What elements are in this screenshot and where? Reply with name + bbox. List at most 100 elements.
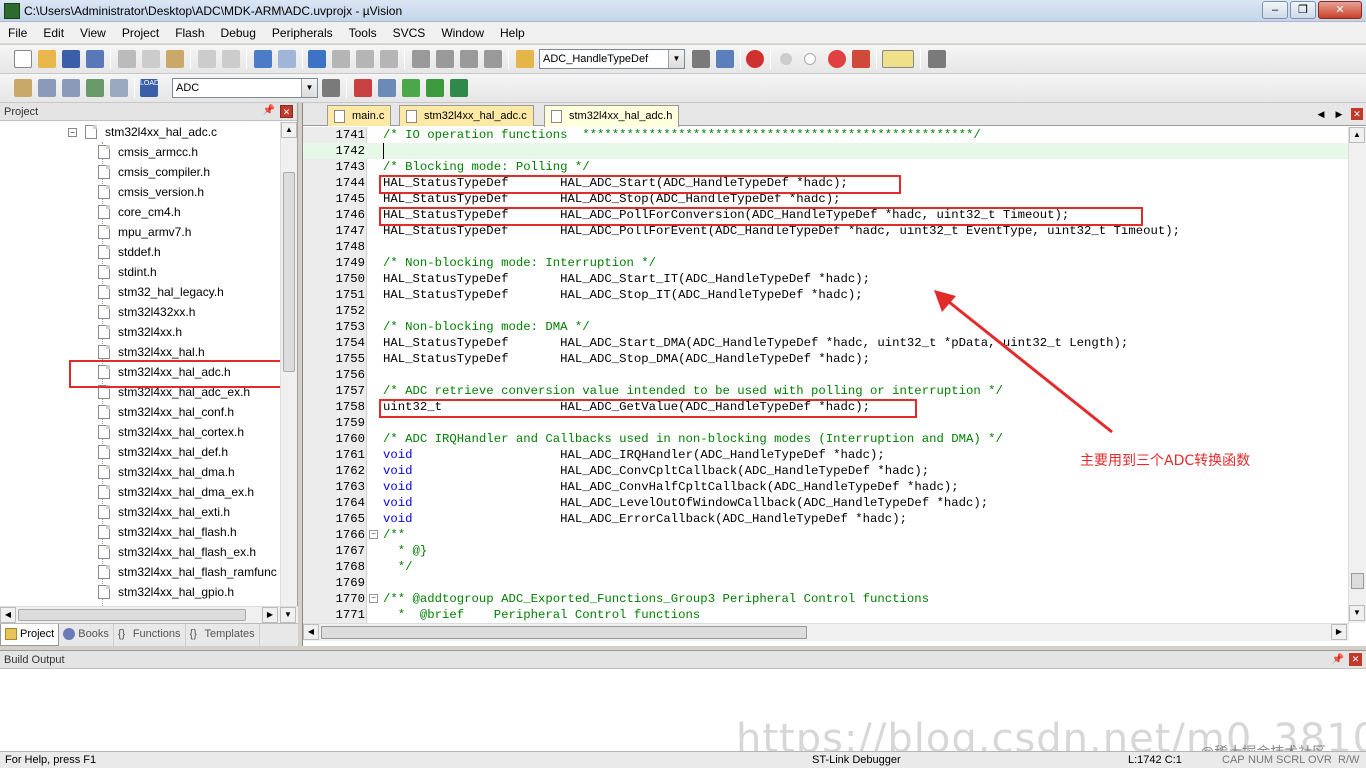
tree-item-file[interactable]: stm32l4xx_hal_adc_ex.h <box>98 382 250 402</box>
pin-icon[interactable]: 📌 <box>1332 651 1344 669</box>
editor-tab-main-c[interactable]: main.c <box>327 105 392 126</box>
code-line[interactable]: 1742 <box>303 143 1349 159</box>
menu-view[interactable]: View <box>72 22 114 44</box>
chevron-down-icon[interactable]: ▼ <box>668 50 684 68</box>
tree-item-file[interactable]: stm32l4xx_hal_adc.h <box>98 362 231 382</box>
scroll-left-icon[interactable]: ◀ <box>303 624 319 640</box>
menu-help[interactable]: Help <box>492 22 533 44</box>
code-line[interactable]: 1741 /* IO operation functions **********… <box>303 127 1349 143</box>
code-line[interactable]: 1766−/** <box>303 527 1349 543</box>
kill-breakpoints-icon[interactable] <box>828 50 846 68</box>
tree-item-file[interactable]: stddef.h <box>98 242 161 262</box>
build-icon[interactable] <box>38 79 56 97</box>
load-icon[interactable]: LOAD <box>140 79 159 97</box>
tree-item-file[interactable]: mpu_armv7.h <box>98 222 191 242</box>
save-icon[interactable] <box>62 50 80 68</box>
tree-item-root-file[interactable]: − stm32l4xx_hal_adc.c <box>68 122 217 142</box>
tree-item-file[interactable]: stm32l4xx_hal_gpio.h <box>98 582 234 602</box>
code-line[interactable]: 1769 <box>303 575 1349 591</box>
incremental-find-icon[interactable] <box>692 50 710 68</box>
copy-icon[interactable] <box>142 50 160 68</box>
scroll-right-icon[interactable]: ▶ <box>262 607 278 623</box>
find-references-icon[interactable] <box>716 50 734 68</box>
next-bookmark-icon[interactable] <box>356 50 374 68</box>
menu-edit[interactable]: Edit <box>35 22 72 44</box>
scroll-thumb[interactable] <box>18 609 246 621</box>
code-line[interactable]: 1763 void HAL_ADC_ConvHalfCpltCallback(AD… <box>303 479 1349 495</box>
new-file-icon[interactable] <box>14 50 32 68</box>
scroll-down-icon[interactable]: ▼ <box>280 607 296 623</box>
target-combo[interactable]: ADC ▼ <box>172 78 318 98</box>
code-line[interactable]: 1748 <box>303 239 1349 255</box>
code-line[interactable]: 1743 /* Blocking mode: Polling */ <box>303 159 1349 175</box>
tree-item-file[interactable]: stm32l4xx_hal_conf.h <box>98 402 234 422</box>
code-line[interactable]: 1747 HAL_StatusTypeDef HAL_ADC_PollForEve… <box>303 223 1349 239</box>
close-tab-icon[interactable]: ✕ <box>1351 108 1363 120</box>
find-in-files-icon[interactable] <box>516 50 534 68</box>
scroll-up-icon[interactable]: ▲ <box>1349 127 1365 143</box>
code-line[interactable]: 1771 * @brief Peripheral Control functio… <box>303 607 1349 623</box>
redo-icon[interactable] <box>222 50 240 68</box>
menu-peripherals[interactable]: Peripherals <box>264 22 341 44</box>
code-line[interactable]: 1751 HAL_StatusTypeDef HAL_ADC_Stop_IT(AD… <box>303 287 1349 303</box>
menu-svcs[interactable]: SVCS <box>385 22 434 44</box>
select-packs-icon[interactable] <box>378 79 396 97</box>
tree-item-file[interactable]: stm32l4xx_hal_flash_ramfunc <box>98 562 277 582</box>
manage-rte-icon[interactable] <box>402 79 420 97</box>
window-layout-icon[interactable] <box>882 50 914 68</box>
manage-project-items-icon[interactable] <box>354 79 372 97</box>
maximize-button[interactable]: ❐ <box>1290 1 1316 19</box>
code-line[interactable]: 1758 uint32_t HAL_ADC_GetValue(ADC_Handle… <box>303 399 1349 415</box>
tree-item-file[interactable]: cmsis_armcc.h <box>98 142 198 162</box>
tab-project[interactable]: Project <box>0 624 60 646</box>
breakpoint-icon[interactable] <box>780 53 792 65</box>
code-line[interactable]: 1749 /* Non-blocking mode: Interruption *… <box>303 255 1349 271</box>
tab-templates[interactable]: {} Templates <box>186 624 260 646</box>
navigate-forward-icon[interactable] <box>278 50 296 68</box>
open-folder-icon[interactable] <box>38 50 56 68</box>
code-line[interactable]: 1767 * @} <box>303 543 1349 559</box>
code-line[interactable]: 1770−/** @addtogroup ADC_Exported_Functi… <box>303 591 1349 607</box>
rte-icon[interactable] <box>450 79 468 97</box>
code-line[interactable]: 1746 HAL_StatusTypeDef HAL_ADC_PollForCon… <box>303 207 1349 223</box>
fold-icon[interactable]: − <box>369 530 378 539</box>
paste-icon[interactable] <box>166 50 184 68</box>
code-vertical-scrollbar[interactable]: ▲ ▼ <box>1348 127 1366 623</box>
unindent-icon[interactable] <box>436 50 454 68</box>
tree-item-file[interactable]: stm32l4xx_hal_flash_ex.h <box>98 542 256 562</box>
scroll-thumb[interactable] <box>1351 573 1364 589</box>
tree-item-file[interactable]: stm32l4xx_hal_cortex.h <box>98 422 244 442</box>
chevron-down-icon[interactable]: ▼ <box>301 79 317 97</box>
tree-item-file[interactable]: stm32l4xx_hal.h <box>98 342 205 362</box>
code-line[interactable]: 1752 <box>303 303 1349 319</box>
close-pane-icon[interactable]: ✕ <box>1349 653 1362 666</box>
disable-breakpoint-icon[interactable] <box>804 53 816 65</box>
comment-icon[interactable] <box>460 50 478 68</box>
collapse-icon[interactable]: − <box>68 127 77 137</box>
tree-item-file[interactable]: stm32l4xx_hal_dma.h <box>98 462 235 482</box>
editor-tab-adc-c[interactable]: stm32l4xx_hal_adc.c <box>399 105 534 126</box>
code-line[interactable]: 1768 */ <box>303 559 1349 575</box>
code-line[interactable]: 1757 /* ADC retrieve conversion value int… <box>303 383 1349 399</box>
cut-icon[interactable] <box>118 50 136 68</box>
target-options-icon[interactable] <box>322 79 340 97</box>
tab-scroll-left-icon[interactable]: ◀ <box>1315 108 1327 120</box>
configure-icon[interactable] <box>928 50 946 68</box>
pack-installer-icon[interactable] <box>426 79 444 97</box>
project-tree-vertical-scrollbar[interactable]: ▲ <box>280 122 297 606</box>
scroll-left-icon[interactable]: ◀ <box>0 607 16 623</box>
code-line[interactable]: 1764 void HAL_ADC_LevelOutOfWindowCallbac… <box>303 495 1349 511</box>
code-line[interactable]: 1759 <box>303 415 1349 431</box>
find-combo[interactable]: ADC_HandleTypeDef ▼ <box>539 49 685 69</box>
menu-flash[interactable]: Flash <box>167 22 212 44</box>
translate-icon[interactable] <box>14 79 32 97</box>
scroll-thumb[interactable] <box>321 626 807 639</box>
indent-icon[interactable] <box>412 50 430 68</box>
scroll-up-icon[interactable]: ▲ <box>281 122 297 138</box>
fold-icon[interactable]: − <box>369 594 378 603</box>
code-line[interactable]: 1754 HAL_StatusTypeDef HAL_ADC_Start_DMA(… <box>303 335 1349 351</box>
start-debug-icon[interactable] <box>746 50 764 68</box>
tree-item-file[interactable]: stm32l4xx_hal_exti.h <box>98 502 230 522</box>
undo-icon[interactable] <box>198 50 216 68</box>
editor-tab-adc-h[interactable]: stm32l4xx_hal_adc.h <box>544 105 680 127</box>
